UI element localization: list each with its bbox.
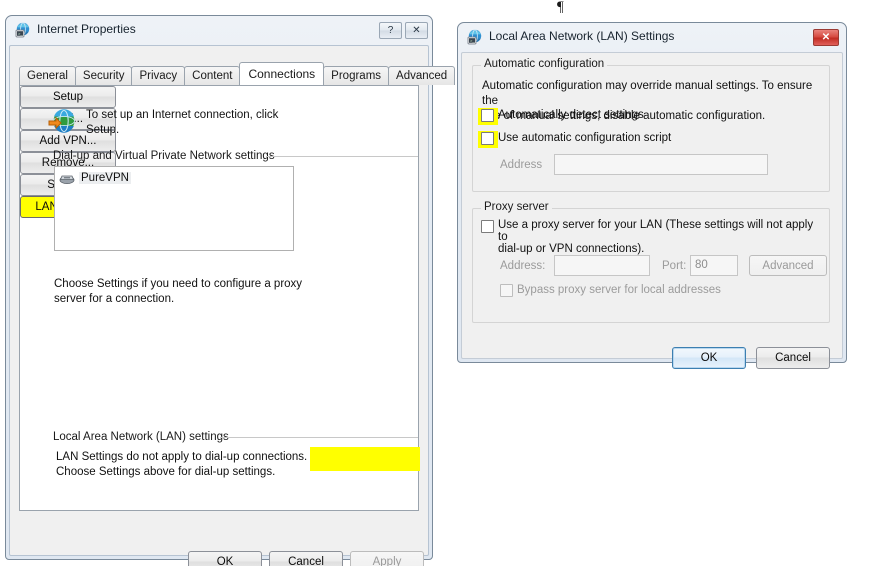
window-client-area: General Security Privacy Content Connect… [9,45,456,566]
setup-description-line2: Setup. [86,124,120,136]
modem-icon [59,171,75,185]
auto-config-address-input[interactable] [554,154,768,175]
svg-text:>_: >_ [470,39,475,44]
tab-content[interactable]: Content [184,66,241,85]
auto-config-address-label: Address [500,159,543,171]
use-automatic-configuration-script-checkbox[interactable] [481,132,494,145]
use-automatic-configuration-script-checkbox-row[interactable]: Use automatic configuration script [481,132,671,145]
list-item[interactable]: PureVPN [59,171,131,185]
tab-security[interactable]: Security [74,66,133,85]
bypass-proxy-label: Bypass proxy server for local addresses [517,284,721,296]
proxy-port-label: Port: [662,260,687,272]
lan-group-label: Local Area Network (LAN) settings [53,431,229,443]
auto-detect-settings-checkbox-row[interactable]: Automatically detect settings [481,109,644,122]
lan-settings-icon: >_ [467,29,483,45]
dialup-hint: Choose Settings if you need to configure… [54,277,304,307]
titlebar: >_ Local Area Network (LAN) Settings ✕ [457,22,847,52]
lan-hint-line2: Choose Settings above for dial-up settin… [56,466,276,478]
globe-arrow-icon [48,108,76,136]
proxy-address-label: Address: [500,260,546,272]
auto-detect-settings-checkbox[interactable] [481,109,494,122]
setup-description: To set up an Internet connection, click … [86,108,316,138]
close-button[interactable]: ✕ [813,29,839,46]
cancel-button[interactable]: Cancel [269,551,343,566]
ok-button[interactable]: OK [672,347,746,369]
auto-config-desc-line1: Automatic configuration may override man… [482,80,813,107]
window-title: Local Area Network (LAN) Settings [489,29,675,43]
use-proxy-server-label-line2: dial-up or VPN connections). [498,243,645,255]
use-proxy-server-checkbox[interactable] [481,220,494,233]
internet-properties-window: >_ Internet Properties ? ✕ General Secur… [5,15,456,566]
svg-text:>_: >_ [18,32,23,37]
apply-button: Apply [350,551,424,566]
use-proxy-server-label-line1: Use a proxy server for your LAN (These s… [498,219,814,243]
tab-strip: General Security Privacy Content Connect… [19,62,456,85]
tab-advanced[interactable]: Advanced [388,66,456,85]
connections-tab-page: To set up an Internet connection, click … [19,85,420,511]
setup-button[interactable]: Setup [20,86,116,108]
pilcrow-mark: ¶ [557,0,564,15]
use-proxy-server-label-block: Use a proxy server for your LAN (These s… [498,219,821,255]
tab-general[interactable]: General [19,66,76,85]
bypass-proxy-checkbox-row: Bypass proxy server for local addresses [500,284,721,297]
window-title: Internet Properties [37,22,136,36]
help-button[interactable]: ? [379,22,402,39]
setup-description-line1: To set up an Internet connection, click [86,109,279,121]
dialup-hint-line2: server for a connection. [54,293,175,305]
internet-properties-icon: >_ [15,22,31,38]
tab-programs[interactable]: Programs [323,66,390,85]
tab-privacy[interactable]: Privacy [131,66,186,85]
dialup-connections-list[interactable]: PureVPN [54,166,294,251]
bypass-proxy-checkbox [500,284,513,297]
dialup-group-rule [266,156,418,157]
titlebar: >_ Internet Properties ? ✕ [5,15,433,45]
lan-group-rule [220,437,418,438]
cancel-button[interactable]: Cancel [756,347,830,369]
tab-connections[interactable]: Connections [239,62,325,85]
lan-hint-line1: LAN Settings do not apply to dial-up con… [56,451,308,463]
dialup-hint-line1: Choose Settings if you need to configure… [54,278,303,290]
advanced-button: Advanced [749,255,827,276]
automatic-configuration-group-label: Automatic configuration [481,58,608,70]
lan-settings-highlight [310,447,420,471]
proxy-port-input[interactable]: 80 [690,255,738,276]
proxy-address-input[interactable] [554,255,650,276]
list-item-label: PureVPN [79,172,131,184]
auto-detect-settings-label: Automatically detect settings [498,109,644,121]
screen: ¶ >_ Internet Properties ? ✕ General Sec… [0,0,871,566]
lan-hint: LAN Settings do not apply to dial-up con… [56,450,311,480]
dialog-client-area: Automatic configuration Automatic config… [461,52,843,369]
proxy-server-group-label: Proxy server [481,201,552,213]
dialup-group-label: Dial-up and Virtual Private Network sett… [53,150,275,162]
lan-settings-window: >_ Local Area Network (LAN) Settings ✕ A… [457,22,847,369]
use-automatic-configuration-script-label: Use automatic configuration script [498,132,672,144]
close-button[interactable]: ✕ [405,22,428,39]
use-proxy-server-checkbox-row[interactable]: Use a proxy server for your LAN (These s… [481,219,821,255]
ok-button[interactable]: OK [188,551,262,566]
